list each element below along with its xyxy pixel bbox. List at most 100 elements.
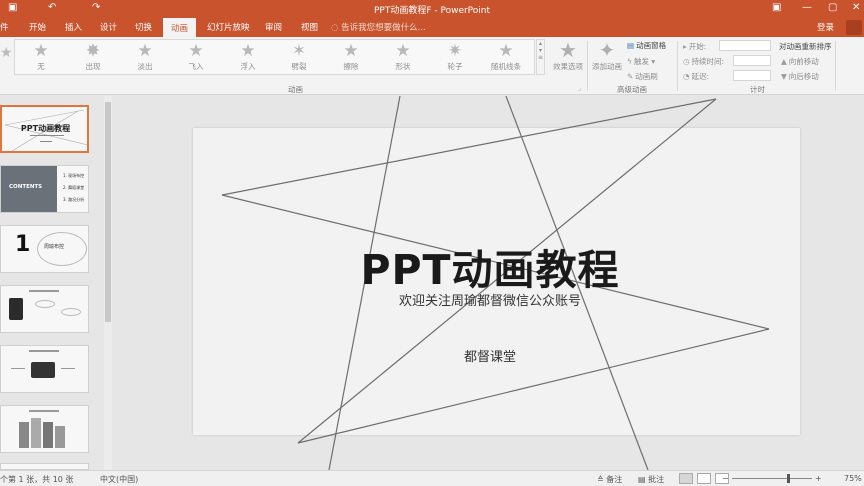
- star-icon: ★: [137, 41, 153, 61]
- reorder-title: 对动画重新排序: [779, 42, 832, 51]
- scrollbar-thumb[interactable]: [105, 102, 111, 322]
- slide-thumbnail-5[interactable]: [0, 345, 89, 393]
- zoom-level[interactable]: 75%: [844, 474, 862, 483]
- comments-button[interactable]: ▤ 批注: [638, 474, 664, 485]
- trigger-button[interactable]: ϟ 触发 ▾: [627, 56, 655, 67]
- tab-transitions[interactable]: 切换: [135, 21, 152, 33]
- thumbnail-photo: [55, 426, 65, 448]
- star-icon: ★: [240, 41, 256, 61]
- clock-icon: ◔: [683, 72, 690, 81]
- comment-icon: ▤: [638, 475, 649, 484]
- slide-thumbnail-7[interactable]: [0, 463, 89, 470]
- animation-appear[interactable]: ✸ 出现: [70, 42, 116, 72]
- gallery-scroll[interactable]: ▴ ▾ ≡: [536, 39, 545, 75]
- slide-thumbnail-2[interactable]: CONTENTS 1. 现场布控 2. 舞蹈课堂 3. 路况分析: [0, 165, 89, 213]
- slide-title[interactable]: PPT动画教程: [116, 236, 864, 296]
- thumbnail-line: [11, 368, 25, 369]
- lightbulb-icon: ◌: [331, 23, 342, 33]
- star-icon: ★: [188, 41, 204, 61]
- animation-painter-button[interactable]: ✎ 动画刷: [627, 71, 658, 82]
- slide-thumbnail-4[interactable]: [0, 285, 89, 333]
- user-icon[interactable]: [846, 20, 862, 35]
- animation-shape[interactable]: ★ 形状: [380, 42, 426, 72]
- star-icon: ★: [33, 41, 49, 61]
- tab-design[interactable]: 设计: [100, 21, 117, 33]
- animation-wheel[interactable]: ✷ 轮子: [432, 42, 478, 72]
- tab-review[interactable]: 审阅: [265, 21, 282, 33]
- tab-animations[interactable]: 动画: [163, 18, 197, 37]
- delay-spinner[interactable]: [733, 70, 771, 81]
- language-indicator[interactable]: 中文(中国): [100, 474, 138, 485]
- slide-sorter-button[interactable]: [697, 473, 711, 484]
- thumbnail-line: [61, 368, 75, 369]
- thumbnail-scrollbar[interactable]: [104, 96, 112, 470]
- login-link[interactable]: 登录: [817, 21, 834, 33]
- animation-label: 劈裂: [291, 62, 307, 71]
- thumbnail-phone: [9, 298, 23, 320]
- duration-spinner[interactable]: [733, 55, 771, 66]
- move-later-button[interactable]: ▼ 向后移动: [781, 71, 819, 82]
- move-later-label: 向后移动: [788, 72, 819, 81]
- tab-slideshow[interactable]: 幻灯片放映: [207, 21, 250, 33]
- add-animation-button[interactable]: ✦ 添加动画: [590, 39, 624, 72]
- dialog-launcher-icon[interactable]: ⌟: [578, 85, 581, 92]
- close-icon[interactable]: ✕: [852, 2, 860, 13]
- comments-label: 批注: [648, 475, 665, 484]
- animation-fly-in[interactable]: ★ 飞入: [173, 42, 219, 72]
- notes-button[interactable]: ≙ 备注: [597, 474, 622, 485]
- tell-me-text: 告诉我您想要做什么...: [341, 23, 426, 33]
- animation-label: 随机线条: [491, 62, 521, 71]
- move-earlier-button[interactable]: ▲ 向前移动: [781, 56, 819, 67]
- animation-label: 飞入: [188, 62, 204, 71]
- ribbon-display-icon[interactable]: ▣: [772, 2, 781, 13]
- decor-line: [221, 98, 717, 196]
- effect-options-button[interactable]: ★ 效果选项: [551, 39, 585, 72]
- thumbnail-subtitle-line: [30, 135, 64, 136]
- star-icon: ✸: [85, 41, 101, 61]
- preview-icon[interactable]: ★: [0, 45, 13, 61]
- tab-home[interactable]: 开始: [29, 21, 46, 33]
- trigger-label: 触发: [633, 57, 649, 66]
- thumbnail-bubble: [61, 308, 81, 316]
- ribbon-tabs: 件 开始 插入 设计 切换 动画 幻灯片放映 审阅 视图 ◌ 告诉我您想要做什么…: [0, 18, 864, 37]
- thumbnail-number: 1: [15, 232, 31, 257]
- group-label-animation: 动画: [288, 85, 303, 94]
- slide-thumbnail-6[interactable]: [0, 405, 89, 453]
- thumbnail-heading-line: [29, 410, 59, 412]
- start-select[interactable]: [719, 40, 771, 51]
- animation-label: 轮子: [447, 62, 463, 71]
- thumbnail-photo: [31, 418, 41, 448]
- slide-thumbnail-3[interactable]: 1 周瑜布控: [0, 225, 89, 273]
- zoom-slider[interactable]: [732, 478, 812, 479]
- star-icon: ★: [343, 41, 359, 61]
- ribbon: ★ ★ 无 ✸ 出现 ★ 淡出 ★ 飞入 ★ 浮入 ✶ 劈裂 ★ 擦除 ★ 形状 ✷ 轮子 ★ 随机…: [0, 37, 864, 95]
- start-label-text: 开始:: [688, 42, 707, 51]
- tell-me-box[interactable]: ◌ 告诉我您想要做什么...: [331, 21, 426, 33]
- animation-random-bars[interactable]: ★ 随机线条: [483, 42, 529, 72]
- animation-pane-button[interactable]: ▤ 动画窗格: [627, 40, 666, 51]
- slide-brand[interactable]: 都督课堂: [116, 346, 864, 365]
- group-label-advanced: 高级动画: [617, 85, 647, 94]
- tab-file[interactable]: 件: [0, 21, 9, 33]
- slide-subtitle[interactable]: 欢迎关注周瑜都督微信公众账号: [116, 290, 864, 309]
- slide-thumbnail-1[interactable]: PPT动画教程: [0, 105, 89, 153]
- normal-view-button[interactable]: [679, 473, 693, 484]
- zoom-slider-thumb[interactable]: [787, 474, 790, 483]
- separator: [677, 41, 678, 91]
- zoom-out-button[interactable]: −: [722, 474, 729, 483]
- animation-fade[interactable]: ★ 淡出: [122, 42, 168, 72]
- tab-insert[interactable]: 插入: [65, 21, 82, 33]
- animation-split[interactable]: ✶ 劈裂: [276, 42, 322, 72]
- thumbnail-contents-item: 3. 路况分析: [63, 197, 85, 202]
- animation-none[interactable]: ★ 无: [18, 42, 64, 72]
- tab-view[interactable]: 视图: [301, 21, 318, 33]
- zoom-in-button[interactable]: +: [815, 474, 822, 483]
- animation-wipe[interactable]: ★ 擦除: [328, 42, 374, 72]
- maximize-icon[interactable]: ▢: [828, 2, 837, 13]
- minimize-icon[interactable]: —: [802, 2, 812, 13]
- separator: [835, 41, 836, 91]
- animation-float-in[interactable]: ★ 浮入: [225, 42, 271, 72]
- group-label-timing: 计时: [750, 85, 765, 94]
- star-icon: ✶: [291, 41, 307, 61]
- separator: [587, 41, 588, 91]
